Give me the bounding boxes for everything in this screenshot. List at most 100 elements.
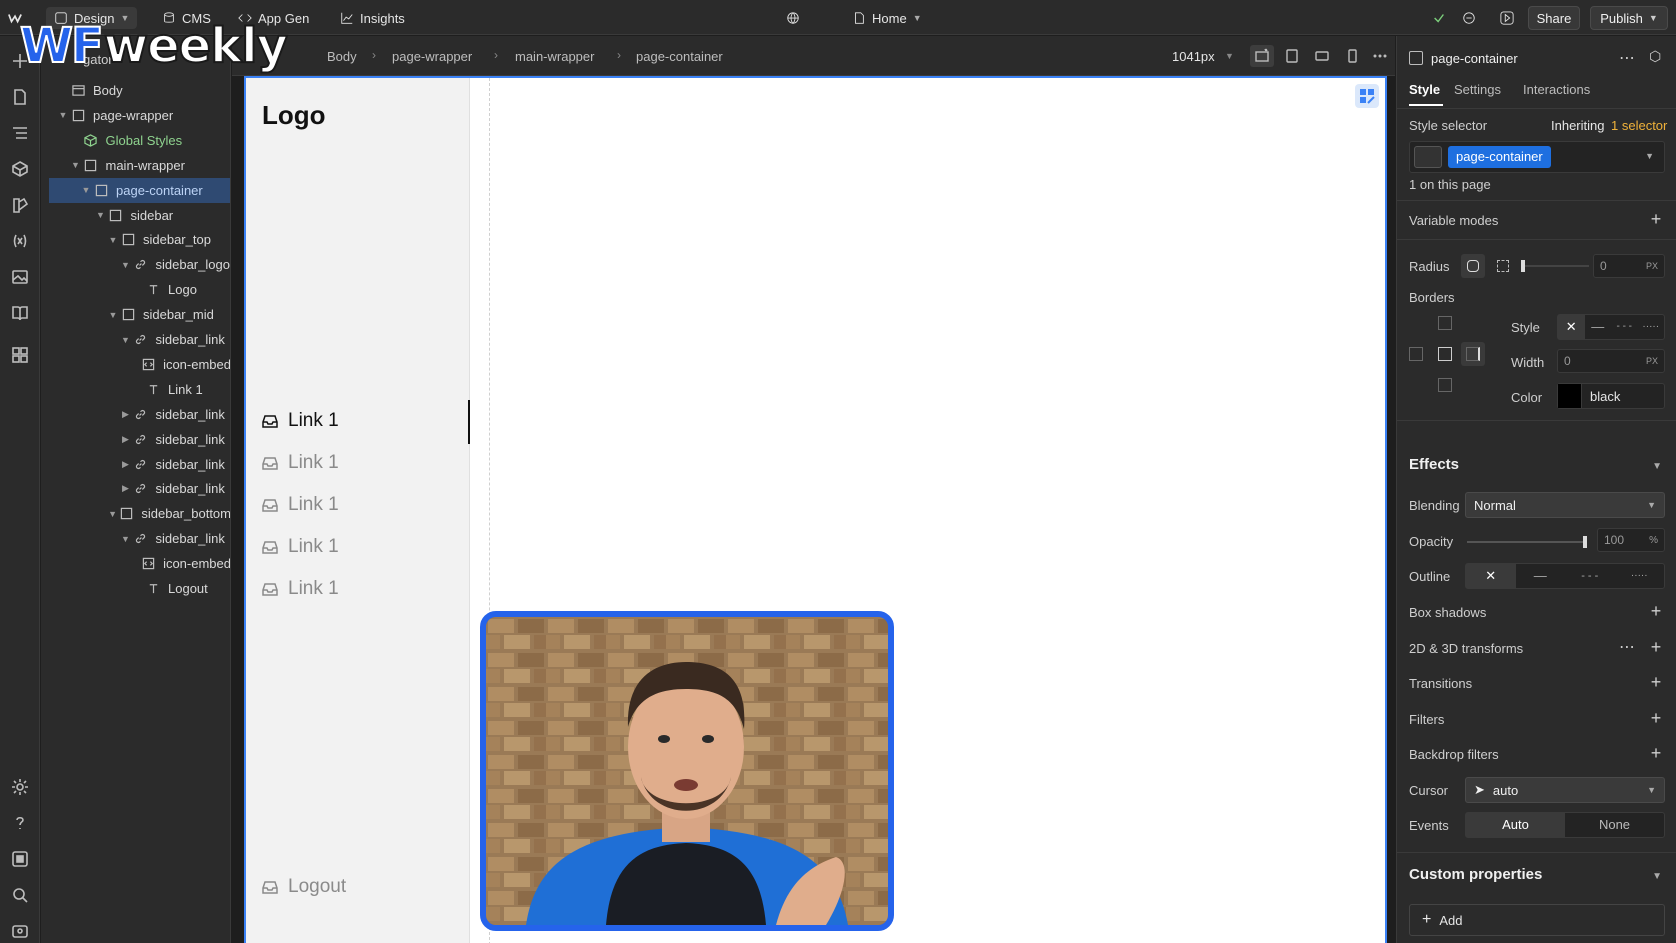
pages-icon[interactable] xyxy=(9,86,31,108)
navigator-row[interactable]: Body xyxy=(51,78,230,103)
navigator-row[interactable]: Logout xyxy=(51,576,230,601)
chevron-right-icon[interactable]: ▶ xyxy=(120,409,132,420)
border-color-input[interactable]: black xyxy=(1557,383,1665,409)
sidebar-link[interactable]: Link 1 xyxy=(262,534,339,560)
chevron-right-icon[interactable]: ▶ xyxy=(120,434,132,445)
sidebar-link[interactable]: Link 1 xyxy=(262,492,339,518)
border-all-icon[interactable] xyxy=(1438,347,1452,361)
radius-all-icon[interactable] xyxy=(1461,254,1485,278)
navigator-row[interactable]: Global Styles xyxy=(51,128,230,153)
breadcrumb-main-wrapper[interactable]: main-wrapper xyxy=(515,49,594,64)
tablet-breakpoint-icon[interactable] xyxy=(1280,45,1304,67)
navigator-row[interactable]: ▼ main-wrapper xyxy=(51,153,230,178)
radius-input[interactable]: 0 PX xyxy=(1593,254,1665,278)
border-dotted-icon[interactable]: ····· xyxy=(1638,315,1665,339)
chevron-down-icon[interactable]: ▼ xyxy=(120,534,132,544)
more-icon[interactable] xyxy=(1368,45,1392,67)
chevron-down-icon[interactable]: ▼ xyxy=(80,185,92,195)
navigator-row[interactable]: ▼ page-container xyxy=(49,177,230,203)
sidebar-link[interactable]: Link 1 xyxy=(262,450,339,476)
mobile-portrait-icon[interactable] xyxy=(1340,45,1364,67)
globe-icon[interactable] xyxy=(786,7,800,29)
navigator-row[interactable]: ▼ sidebar_top xyxy=(51,227,230,252)
navigator-row[interactable]: ▶ sidebar_link xyxy=(51,476,230,501)
navigator-row[interactable]: ▼ sidebar_link xyxy=(51,526,230,551)
outline-dotted-icon[interactable]: ····· xyxy=(1615,564,1665,588)
outline-dashed-icon[interactable]: - - - xyxy=(1565,564,1615,588)
chevron-right-icon[interactable]: ▶ xyxy=(120,459,132,470)
chevron-down-icon[interactable]: ▼ xyxy=(1652,461,1662,472)
chevron-down-icon[interactable]: ▼ xyxy=(120,260,132,270)
chevron-right-icon[interactable]: ▶ xyxy=(120,483,132,494)
navigator-row[interactable]: ▼ sidebar_link xyxy=(51,327,230,352)
opacity-input[interactable]: 100 % xyxy=(1597,528,1665,552)
tab-settings[interactable]: Settings xyxy=(1454,82,1501,97)
chevron-down-icon[interactable]: ▼ xyxy=(1645,151,1654,161)
cursor-select[interactable]: ➤ auto ▼ xyxy=(1465,777,1665,803)
navigator-row[interactable]: Logo xyxy=(51,277,230,302)
sidebar-link[interactable]: Link 1 xyxy=(262,576,339,602)
add-backdrop-filter-icon[interactable]: + xyxy=(1648,744,1664,762)
comment-icon[interactable] xyxy=(1462,7,1476,29)
navigator-row[interactable]: ▶ sidebar_link xyxy=(51,402,230,427)
add-box-shadow-icon[interactable]: + xyxy=(1648,602,1664,620)
effects-heading[interactable]: Effects xyxy=(1409,456,1459,473)
border-bottom-icon[interactable] xyxy=(1438,378,1452,392)
component-icon[interactable]: ⬡ xyxy=(1649,48,1661,65)
style-selector-field[interactable]: page-container ▼ xyxy=(1409,141,1665,173)
tab-style[interactable]: Style xyxy=(1409,82,1440,97)
canvas-width-label[interactable]: 1041px xyxy=(1172,49,1215,64)
border-dashed-icon[interactable]: - - - xyxy=(1611,315,1638,339)
book-icon[interactable] xyxy=(9,302,31,324)
stop-icon[interactable] xyxy=(9,848,31,870)
breadcrumb-page-wrapper[interactable]: page-wrapper xyxy=(392,49,472,64)
help-icon[interactable] xyxy=(9,812,31,834)
logout-link[interactable]: Logout xyxy=(262,874,346,900)
outline-solid-icon[interactable]: — xyxy=(1516,564,1566,588)
chevron-down-icon[interactable]: ▼ xyxy=(120,335,132,345)
search-icon[interactable] xyxy=(9,884,31,906)
border-solid-icon[interactable]: — xyxy=(1585,315,1612,339)
add-filter-icon[interactable]: + xyxy=(1648,709,1664,727)
border-none-icon[interactable]: ✕ xyxy=(1558,315,1585,339)
events-none-button[interactable]: None xyxy=(1565,813,1664,837)
breadcrumb-page-container[interactable]: page-container xyxy=(636,49,723,64)
page-selector[interactable]: Home ▼ xyxy=(852,7,922,29)
chevron-down-icon[interactable]: ▼ xyxy=(57,110,69,120)
breadcrumb-body[interactable]: Body xyxy=(327,49,357,64)
video-icon[interactable] xyxy=(9,920,31,942)
navigator-row[interactable]: ▼ page-wrapper xyxy=(51,103,230,128)
chevron-down-icon[interactable]: ▼ xyxy=(70,160,82,170)
navigator-row[interactable]: ▼ sidebar_bottom xyxy=(51,501,230,526)
navigator-row[interactable]: icon-embed xyxy=(51,352,230,377)
more-options-icon[interactable]: ⋯ xyxy=(1619,48,1635,68)
opacity-slider-handle[interactable] xyxy=(1583,536,1587,548)
insights-button[interactable]: Insights xyxy=(340,7,405,29)
apps-icon[interactable] xyxy=(9,344,31,366)
border-width-input[interactable]: 0 PX xyxy=(1557,349,1665,373)
navigator-row[interactable]: ▶ sidebar_link xyxy=(51,452,230,477)
inheriting-selector-link[interactable]: 1 selector xyxy=(1611,118,1667,133)
desktop-breakpoint-icon[interactable] xyxy=(1250,45,1274,67)
mobile-landscape-icon[interactable] xyxy=(1310,45,1334,67)
custom-properties-heading[interactable]: Custom properties xyxy=(1409,866,1542,883)
add-transition-icon[interactable]: + xyxy=(1648,673,1664,691)
chevron-down-icon[interactable]: ▼ xyxy=(107,509,118,519)
navigator-icon[interactable] xyxy=(9,122,31,144)
logo-text[interactable]: Logo xyxy=(262,100,326,131)
opacity-slider[interactable] xyxy=(1467,536,1587,548)
add-custom-property-button[interactable]: + Add xyxy=(1409,904,1665,936)
add-transform-icon[interactable]: + xyxy=(1648,638,1664,656)
sidebar-link[interactable]: Link 1 xyxy=(262,408,339,434)
blending-select[interactable]: Normal ▼ xyxy=(1465,492,1665,518)
settings-icon[interactable] xyxy=(9,776,31,798)
canvas-settings-icon[interactable] xyxy=(1355,84,1379,108)
components-icon[interactable] xyxy=(9,158,31,180)
add-variable-mode-icon[interactable]: + xyxy=(1648,210,1664,228)
preview-play-icon[interactable] xyxy=(1500,7,1514,29)
assets-icon[interactable] xyxy=(9,266,31,288)
navigator-row[interactable]: icon-embed xyxy=(51,551,230,576)
chevron-down-icon[interactable]: ▼ xyxy=(95,210,107,220)
radius-individual-icon[interactable] xyxy=(1491,254,1515,278)
radius-slider-handle[interactable] xyxy=(1521,260,1525,272)
